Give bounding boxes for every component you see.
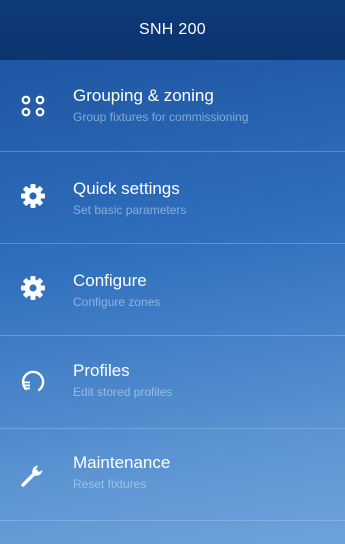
- main-menu: Grouping & zoning Group fixtures for com…: [0, 60, 345, 521]
- gear-icon: [20, 275, 46, 301]
- menu-item-subtitle: Group fixtures for commissioning: [73, 110, 249, 124]
- profiles-icon: [20, 368, 46, 394]
- menu-item-title: Quick settings: [73, 179, 180, 198]
- menu-item-quick-settings[interactable]: Quick settings Set basic parameters: [0, 152, 345, 244]
- menu-item-subtitle: Configure zones: [73, 295, 161, 309]
- grouping-dots-icon: [20, 93, 46, 119]
- gear-icon: [20, 183, 46, 209]
- menu-item-subtitle: Reset fixtures: [73, 477, 147, 491]
- menu-item-subtitle: Set basic parameters: [73, 203, 187, 217]
- menu-item-profiles[interactable]: Profiles Edit stored profiles: [0, 336, 345, 428]
- menu-divider: [0, 520, 345, 521]
- menu-item-configure[interactable]: Configure Configure zones: [0, 244, 345, 336]
- menu-item-title: Maintenance: [73, 453, 171, 472]
- menu-item-maintenance[interactable]: Maintenance Reset fixtures: [0, 428, 345, 520]
- menu-item-title: Grouping & zoning: [73, 86, 214, 105]
- wrench-icon: [20, 462, 46, 488]
- menu-item-subtitle: Edit stored profiles: [73, 385, 173, 399]
- menu-item-title: Profiles: [73, 361, 130, 380]
- page-title: SNH 200: [138, 21, 207, 38]
- menu-item-title: Configure: [73, 271, 147, 290]
- menu-item-grouping-zoning[interactable]: Grouping & zoning Group fixtures for com…: [0, 60, 345, 152]
- app-header: SNH 200: [0, 0, 345, 60]
